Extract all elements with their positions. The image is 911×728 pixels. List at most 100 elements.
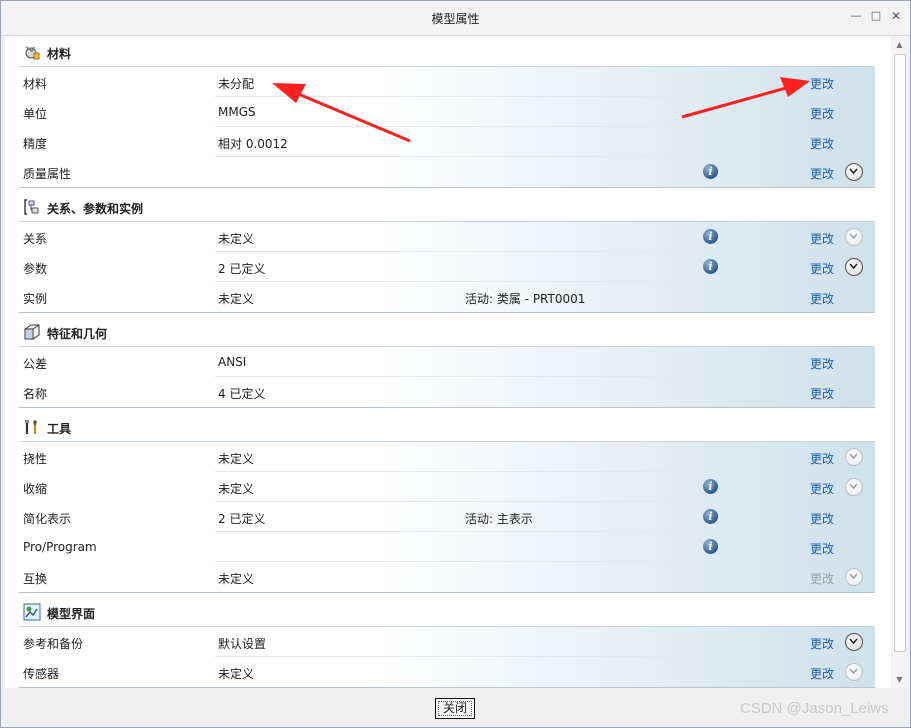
title-bar: 模型属性 — □ ✕ [1,1,910,36]
property-label: 质量属性 [23,167,72,181]
scrollbar-thumb[interactable] [894,54,906,652]
property-label: Pro/Program [23,540,97,554]
section-title: 工具 [47,422,72,436]
change-link[interactable]: 更改 [810,75,834,92]
property-row-shrinkage: 收缩 未定义 i 更改 [19,472,875,502]
property-value: 未定义 [218,292,255,306]
property-value: 相对 0.0012 [218,137,288,151]
section-material: 材料 材料 未分配 更改 单位 MMGS 更改 精度 相对 0.0012 更改 … [19,36,875,188]
info-icon[interactable]: i [703,539,718,554]
change-link[interactable]: 更改 [810,510,834,527]
section-rows: 挠性 未定义 更改 收缩 未定义 i 更改 简化表示 2 已定义 活动: 主表示… [19,442,875,593]
property-label: 材料 [23,77,48,91]
property-row-references: 参考和备份 默认设置 更改 [19,627,875,657]
property-label: 收缩 [23,482,48,496]
property-row-tolerance: 公差 ANSI 更改 [19,347,875,377]
property-label: 实例 [23,292,48,306]
expand-chevron-icon[interactable] [845,663,863,681]
section-header: 关系、参数和实例 [19,191,875,222]
vertical-scrollbar[interactable]: ▲ ▼ [891,36,908,688]
scroll-down-icon[interactable]: ▼ [891,671,908,688]
material-icon [25,46,40,60]
scroll-up-icon[interactable]: ▲ [891,36,908,53]
expand-chevron-icon[interactable] [845,478,863,496]
property-label: 精度 [23,137,48,151]
section-header: 材料 [19,36,875,67]
close-icon[interactable]: ✕ [889,9,903,23]
property-label: 简化表示 [23,512,72,526]
expand-chevron-icon[interactable] [845,448,863,466]
property-row-mass-properties: 质量属性 i 更改 [19,157,875,187]
property-row-accuracy: 精度 相对 0.0012 更改 [19,127,875,157]
section-header: 模型界面 [19,596,875,627]
section-title: 特征和几何 [47,327,108,341]
expand-chevron-icon[interactable] [845,258,863,276]
section-relations: 关系、参数和实例 关系 未定义 i 更改 参数 2 已定义 i 更改 实例 未定… [19,191,875,313]
property-row-interchange: 互换 未定义 更改 [19,562,875,592]
property-value: 未定义 [218,452,255,466]
watermark: CSDN @Jason_Leiws [740,700,889,717]
relations-icon [24,199,39,215]
section-title: 模型界面 [47,607,96,621]
change-link[interactable]: 更改 [810,355,834,372]
property-value: 未定义 [218,482,255,496]
section-tools: 工具 挠性 未定义 更改 收缩 未定义 i 更改 简化表示 2 已定义 活动: … [19,411,875,593]
section-features: 特征和几何 公差 ANSI 更改 名称 4 已定义 更改 [19,316,875,408]
tools-icon [25,420,37,434]
expand-chevron-icon[interactable] [845,633,863,651]
property-value: ANSI [218,355,247,369]
property-value: 未定义 [218,667,255,681]
section-model-interface: 模型界面 参考和备份 默认设置 更改 传感器 未定义 更改 [19,596,875,688]
property-row-sensors: 传感器 未定义 更改 [19,657,875,687]
section-title: 关系、参数和实例 [47,202,144,216]
property-label: 关系 [23,232,48,246]
property-value: 默认设置 [218,637,267,651]
property-label: 互换 [23,572,48,586]
change-link[interactable]: 更改 [810,290,834,307]
expand-chevron-icon[interactable] [845,163,863,181]
property-row-units: 单位 MMGS 更改 [19,97,875,127]
property-value: 未定义 [218,572,255,586]
expand-chevron-icon[interactable] [845,568,863,586]
change-link[interactable]: 更改 [810,665,834,682]
change-link[interactable]: 更改 [810,230,834,247]
property-label: 传感器 [23,667,60,681]
property-row-relations: 关系 未定义 i 更改 [19,222,875,252]
property-value: 2 已定义 [218,262,266,276]
close-button[interactable]: 关闭 [435,698,475,719]
change-link[interactable]: 更改 [810,105,834,122]
active-rep-value: 活动: 主表示 [465,512,533,526]
info-icon[interactable]: i [703,259,718,274]
section-rows: 公差 ANSI 更改 名称 4 已定义 更改 [19,347,875,408]
model-interface-icon [23,603,41,621]
change-link[interactable]: 更改 [810,540,834,557]
property-row-pro-program: Pro/Program i 更改 [19,532,875,562]
section-title: 材料 [47,47,72,61]
info-icon[interactable]: i [703,479,718,494]
property-row-material: 材料 未分配 更改 [19,67,875,97]
change-link[interactable]: 更改 [810,385,834,402]
property-label: 名称 [23,387,48,401]
change-link[interactable]: 更改 [810,480,834,497]
property-value: 4 已定义 [218,387,266,401]
expand-chevron-icon[interactable] [845,228,863,246]
property-value: 2 已定义 [218,512,266,526]
property-value: MMGS [218,105,256,119]
property-label: 参数 [23,262,48,276]
maximize-icon[interactable]: □ [869,9,883,23]
minimize-icon[interactable]: — [849,9,863,23]
change-link[interactable]: 更改 [810,165,834,182]
info-icon[interactable]: i [703,164,718,179]
section-rows: 参考和备份 默认设置 更改 传感器 未定义 更改 [19,627,875,688]
property-label: 参考和备份 [23,637,84,651]
info-icon[interactable]: i [703,509,718,524]
model-properties-window: 模型属性 — □ ✕ 材料 材料 未分配 更改 单位 MMGS 更改 精度 相对… [0,0,911,728]
change-link[interactable]: 更改 [810,260,834,277]
info-icon[interactable]: i [703,229,718,244]
property-label: 公差 [23,357,48,371]
change-link[interactable]: 更改 [810,635,834,652]
change-link[interactable]: 更改 [810,450,834,467]
change-link[interactable]: 更改 [810,135,834,152]
property-row-flexibility: 挠性 未定义 更改 [19,442,875,472]
property-row-parameters: 参数 2 已定义 i 更改 [19,252,875,282]
